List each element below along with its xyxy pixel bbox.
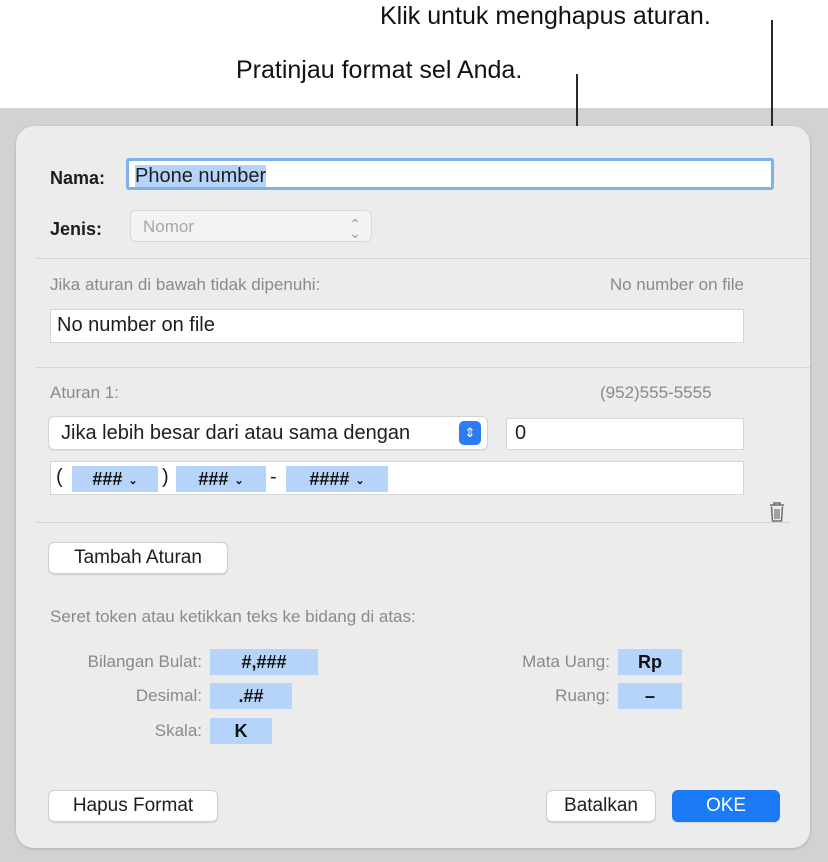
rule-condition-popup[interactable]: Jika lebih besar dari atau sama dengan ⇕ <box>48 416 488 450</box>
format-token-label: #### <box>309 469 350 489</box>
custom-format-dialog: Nama: Phone number Jenis: Nomor ⌃ ⌄ Jika … <box>16 126 810 848</box>
chevron-up-down-icon: ⇕ <box>459 421 481 445</box>
chevron-up-down-icon: ⌃ ⌄ <box>349 216 361 241</box>
format-literal: ( <box>56 466 63 488</box>
rule-1-label: Aturan 1: <box>50 383 119 402</box>
name-field[interactable]: Phone number <box>126 158 774 190</box>
space-label: Ruang: <box>555 686 610 705</box>
format-literal: - <box>270 466 277 488</box>
callout-delete-rule: Klik untuk menghapus aturan. <box>380 2 711 30</box>
format-token[interactable]: ### ⌄ <box>176 466 266 492</box>
type-select[interactable]: Nomor ⌃ ⌄ <box>130 210 372 242</box>
format-token-label: ### <box>198 469 229 489</box>
chevron-down-icon: ⌄ <box>128 475 138 487</box>
tokens-help-text: Seret token atau ketikkan teks ke bidang… <box>50 607 416 626</box>
divider <box>36 258 810 259</box>
name-field-value: Phone number <box>135 165 267 187</box>
scale-label: Skala: <box>154 721 202 740</box>
unmet-rules-label: Jika aturan di bawah tidak dipenuhi: <box>50 275 321 294</box>
decimal-label: Desimal: <box>135 686 202 705</box>
name-label: Nama: <box>50 168 106 188</box>
unmet-text-field[interactable]: No number on file <box>50 309 744 343</box>
scale-token[interactable]: K <box>210 718 272 744</box>
rule-1-preview: (952)555-5555 <box>600 383 712 402</box>
decimal-token[interactable]: .## <box>210 683 292 709</box>
format-token[interactable]: ### ⌄ <box>72 466 158 492</box>
currency-token[interactable]: Rp <box>618 649 682 675</box>
type-select-value: Nomor <box>143 217 195 236</box>
integer-token[interactable]: #,### <box>210 649 318 675</box>
clear-format-button[interactable]: Hapus Format <box>48 790 218 822</box>
chevron-down-icon: ⌄ <box>355 475 365 487</box>
chevron-down-icon: ⌄ <box>234 475 244 487</box>
format-token[interactable]: #### ⌄ <box>286 466 388 492</box>
trash-icon[interactable] <box>768 501 786 528</box>
type-label: Jenis: <box>50 219 103 239</box>
currency-label: Mata Uang: <box>522 652 610 671</box>
rule-threshold-field[interactable]: 0 <box>506 418 744 450</box>
add-rule-button[interactable]: Tambah Aturan <box>48 542 228 574</box>
callout-preview: Pratinjau format sel Anda. <box>236 56 523 84</box>
space-token[interactable]: – <box>618 683 682 709</box>
divider <box>36 367 810 368</box>
cancel-button[interactable]: Batalkan <box>546 790 656 822</box>
divider <box>36 522 790 523</box>
integer-label: Bilangan Bulat: <box>87 652 202 671</box>
rule-condition-value: Jika lebih besar dari atau sama dengan <box>61 422 411 444</box>
format-token-label: ### <box>92 469 123 489</box>
format-literal: ) <box>162 466 169 488</box>
unmet-preview: No number on file <box>609 275 744 294</box>
ok-button[interactable]: OKE <box>672 790 780 822</box>
